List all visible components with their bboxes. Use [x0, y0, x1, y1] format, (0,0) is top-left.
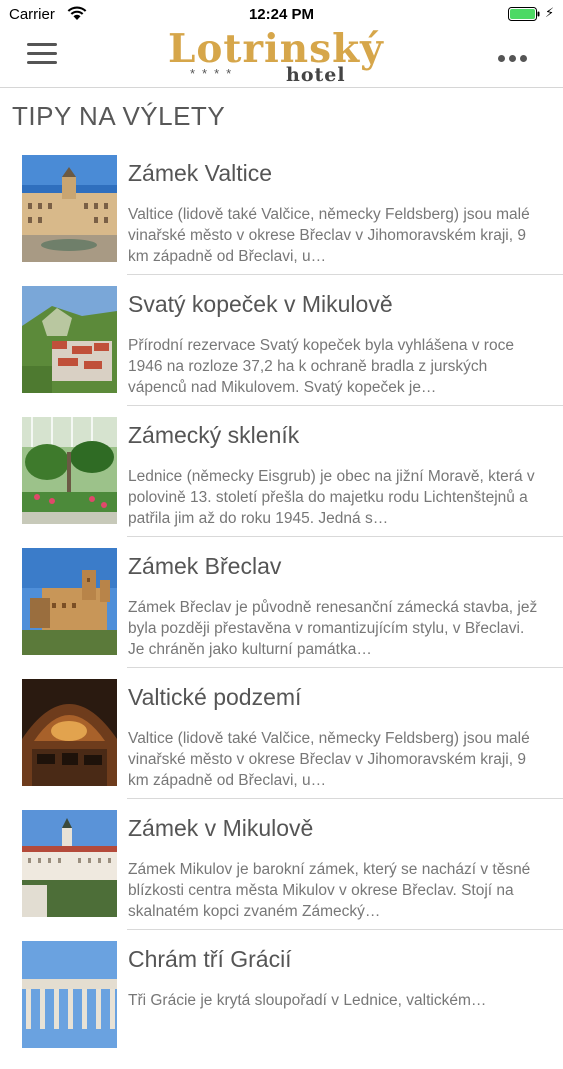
- item-title: Zámecký skleník: [128, 422, 300, 448]
- thumbnail-image: [22, 679, 117, 786]
- trip-list: Zámek Valtice Valtice (lidově také Valči…: [0, 152, 563, 1069]
- charging-bolt-icon: ⚡: [545, 5, 555, 20]
- list-item[interactable]: Zámek Valtice Valtice (lidově také Valči…: [0, 152, 563, 283]
- item-description: Přírodní rezervace Svatý kopeček byla vy…: [128, 337, 514, 396]
- item-title: Svatý kopeček v Mikulově: [128, 291, 393, 317]
- item-description: Valtice (lidově také Valčice, německy Fe…: [128, 206, 530, 265]
- thumbnail-image: [22, 941, 117, 1048]
- thumbnail-image: [22, 548, 117, 655]
- thumbnail-image: [22, 810, 117, 917]
- divider: [127, 405, 563, 406]
- more-options-icon[interactable]: [498, 49, 532, 62]
- item-title: Valtické podzemí: [128, 684, 302, 710]
- item-description: Zámek Mikulov je barokní zámek, který se…: [128, 861, 531, 920]
- divider: [127, 274, 563, 275]
- item-description: Tři Grácie je krytá sloupořadí v Lednice…: [128, 992, 487, 1009]
- divider: [127, 667, 563, 668]
- list-item[interactable]: Zámek Břeclav Zámek Břeclav je původně r…: [0, 545, 563, 676]
- logo-stars: ****: [190, 66, 239, 81]
- item-title: Chrám tří Grácií: [128, 946, 292, 972]
- thumbnail-image: [22, 417, 117, 524]
- item-description: Lednice (německy Eisgrub) je obec na již…: [128, 468, 535, 527]
- thumbnail-image: [22, 286, 117, 393]
- thumbnail-image: [22, 155, 117, 262]
- hamburger-menu-icon[interactable]: [27, 43, 58, 67]
- item-title: Zámek Valtice: [128, 160, 273, 186]
- divider: [127, 798, 563, 799]
- clock: 12:24 PM: [248, 6, 315, 23]
- page-title: TIPY NA VÝLETY: [12, 101, 226, 131]
- list-item[interactable]: Valtické podzemí Valtice (lidově také Va…: [0, 676, 563, 807]
- divider: [127, 536, 563, 537]
- logo-subtitle: hotel: [286, 64, 346, 86]
- battery-icon: [508, 7, 540, 21]
- item-title: Zámek v Mikulově: [128, 815, 314, 841]
- list-item[interactable]: Svatý kopeček v Mikulově Přírodní rezerv…: [0, 283, 563, 414]
- list-item[interactable]: Zámek v Mikulově Zámek Mikulov je barokn…: [0, 807, 563, 938]
- list-item[interactable]: Zámecký skleník Lednice (německy Eisgrub…: [0, 414, 563, 545]
- divider: [127, 929, 563, 930]
- list-item[interactable]: Chrám tří Grácií Tři Grácie je krytá slo…: [0, 938, 563, 1069]
- item-description: Valtice (lidově také Valčice, německy Fe…: [128, 730, 530, 789]
- nav-bar: Lotrinský **** hotel: [0, 26, 563, 88]
- item-title: Zámek Břeclav: [128, 553, 282, 579]
- hotel-logo: Lotrinský **** hotel: [168, 26, 383, 88]
- item-description: Zámek Břeclav je původně renesanční záme…: [128, 599, 538, 658]
